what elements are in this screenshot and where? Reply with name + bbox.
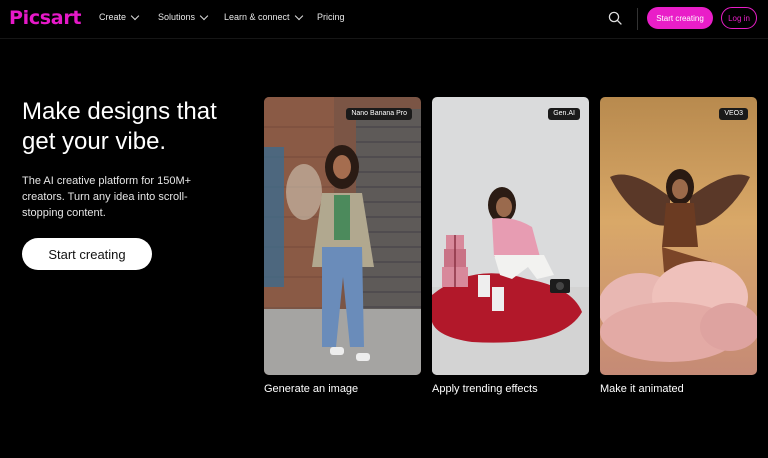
chevron-down-icon: [294, 11, 303, 20]
search-icon[interactable]: [608, 11, 622, 25]
login-button[interactable]: Log in: [721, 7, 757, 29]
hero-title: Make designs that get your vibe.: [22, 98, 217, 155]
nav-item-label: Create: [99, 12, 127, 22]
nav-item-learn-connect[interactable]: Learn & connect: [224, 11, 303, 22]
nav-divider: [637, 8, 638, 30]
feature-card-generate-image[interactable]: Nano Banana Pro: [264, 97, 421, 375]
top-navbar: Picsart Create Solutions Learn & connect…: [0, 0, 768, 39]
studio-portrait-image: [432, 97, 589, 375]
nav-item-solutions[interactable]: Solutions: [158, 11, 209, 22]
picsart-logo[interactable]: Picsart: [9, 7, 81, 29]
model-badge: Gen.AI: [548, 108, 580, 120]
model-badge: VEO3: [719, 108, 748, 120]
model-badge: Nano Banana Pro: [346, 108, 412, 120]
nav-item-pricing[interactable]: Pricing: [317, 12, 345, 22]
nav-item-label: Solutions: [158, 12, 196, 22]
card-caption-make-animated[interactable]: Make it animated: [600, 383, 684, 395]
winged-cloud-image: [600, 97, 757, 375]
start-creating-nav-button[interactable]: Start creating: [647, 7, 713, 29]
feature-card-trending-effects[interactable]: Gen.AI: [432, 97, 589, 375]
nav-item-create[interactable]: Create: [99, 11, 140, 22]
nav-item-label: Learn & connect: [224, 12, 290, 22]
hero-subtitle: The AI creative platform for 150M+ creat…: [22, 175, 192, 219]
chevron-down-icon: [130, 11, 140, 20]
chevron-down-icon: [199, 11, 209, 20]
card-caption-trending-effects[interactable]: Apply trending effects: [432, 383, 538, 395]
street-portrait-image: [264, 97, 421, 375]
start-creating-hero-button[interactable]: Start creating: [22, 238, 152, 270]
nav-item-label: Pricing: [317, 12, 345, 22]
card-caption-generate-image[interactable]: Generate an image: [264, 383, 358, 395]
feature-card-make-animated[interactable]: VEO3: [600, 97, 757, 375]
